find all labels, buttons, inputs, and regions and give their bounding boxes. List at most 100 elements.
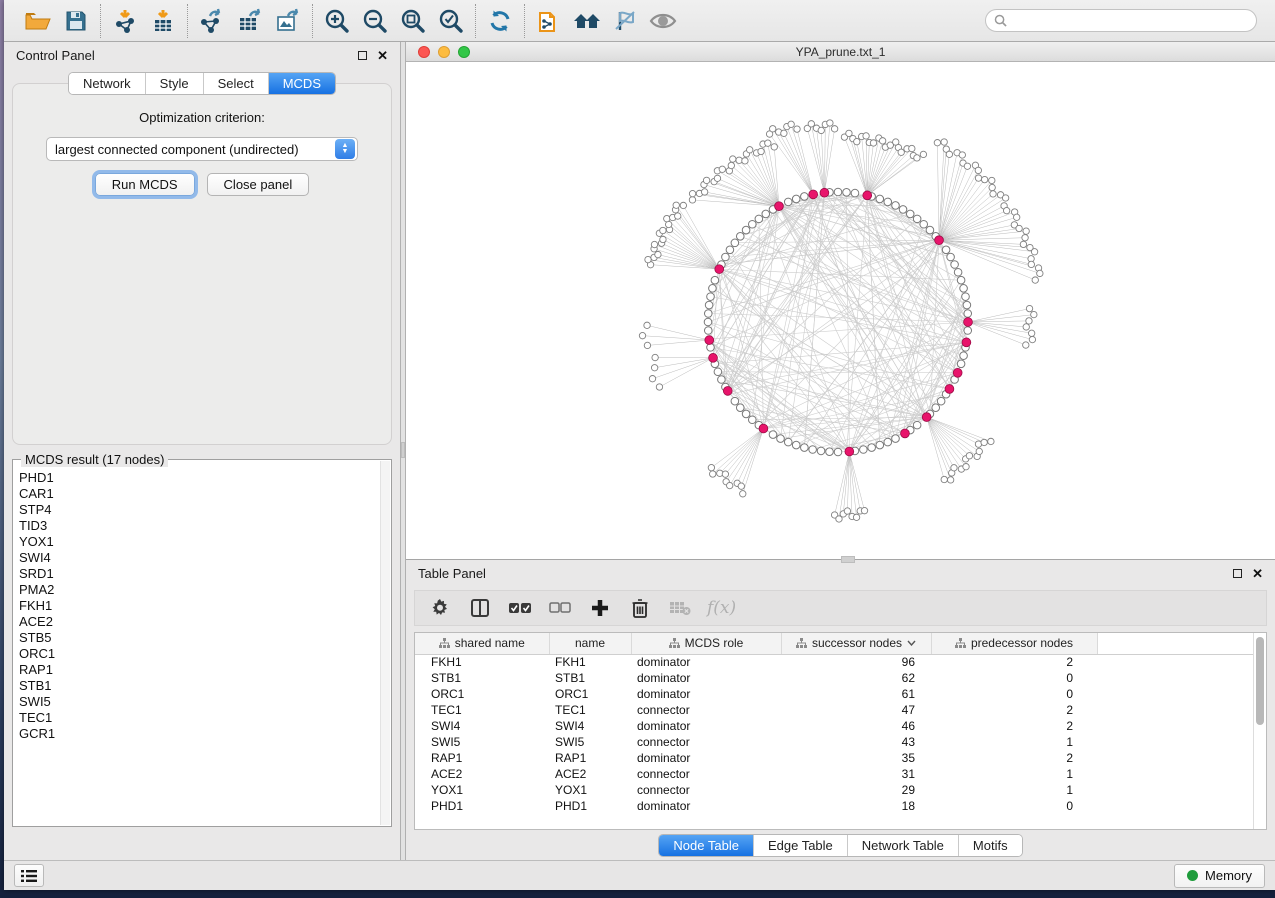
add-column-button[interactable] [587,595,613,621]
column-header-successor-nodes[interactable]: successor nodes [781,633,931,654]
tab-style[interactable]: Style [146,73,204,94]
cell-shared-name[interactable]: ACE2 [415,766,549,782]
cell-predecessor-nodes[interactable]: 0 [931,670,1097,686]
show-columns-button[interactable] [467,595,493,621]
result-node-item[interactable]: TEC1 [19,710,379,726]
table-scrollbar[interactable] [1253,633,1266,829]
cell-mcds-role[interactable]: connector [631,766,781,782]
network-titlebar[interactable]: YPA_prune.txt_1 [406,42,1275,62]
cell-name[interactable]: TEC1 [549,702,631,718]
cell-mcds-role[interactable]: connector [631,702,781,718]
table-row[interactable]: STB1STB1dominator620 [415,670,1253,686]
network-canvas[interactable] [406,62,1275,559]
table-row[interactable]: FKH1FKH1dominator962 [415,654,1253,670]
tab-node-table[interactable]: Node Table [659,835,754,856]
network-graph[interactable] [406,62,1275,559]
result-node-item[interactable]: STB5 [19,630,379,646]
zoom-fit-button[interactable] [397,5,429,37]
result-node-item[interactable]: ORC1 [19,646,379,662]
table-row[interactable]: ORC1ORC1dominator610 [415,686,1253,702]
cell-successor-nodes[interactable]: 31 [781,766,931,782]
cell-predecessor-nodes[interactable]: 2 [931,718,1097,734]
cell-shared-name[interactable]: FKH1 [415,654,549,670]
cell-shared-name[interactable]: ORC1 [415,686,549,702]
result-node-item[interactable]: ACE2 [19,614,379,630]
result-node-item[interactable]: RAP1 [19,662,379,678]
cell-successor-nodes[interactable]: 96 [781,654,931,670]
cell-shared-name[interactable]: RAP1 [415,750,549,766]
cell-name[interactable]: STB1 [549,670,631,686]
cell-mcds-role[interactable]: dominator [631,670,781,686]
tab-select[interactable]: Select [204,73,269,94]
search-box[interactable] [985,9,1257,32]
result-node-item[interactable]: PMA2 [19,582,379,598]
cell-mcds-role[interactable]: dominator [631,686,781,702]
cell-name[interactable]: ACE2 [549,766,631,782]
save-session-button[interactable] [60,5,92,37]
cell-shared-name[interactable]: SWI5 [415,734,549,750]
close-panel-icon[interactable]: ✕ [377,49,388,62]
cell-mcds-role[interactable]: connector [631,734,781,750]
result-node-item[interactable]: SRD1 [19,566,379,582]
cell-predecessor-nodes[interactable]: 2 [931,654,1097,670]
cell-mcds-role[interactable]: dominator [631,654,781,670]
open-file-button[interactable] [22,5,54,37]
cell-successor-nodes[interactable]: 18 [781,798,931,814]
horizontal-splitter-grip[interactable] [841,556,855,563]
share-document-button[interactable] [533,5,565,37]
refresh-layout-button[interactable] [484,5,516,37]
column-header-name[interactable]: name [549,633,631,654]
cell-shared-name[interactable]: YOX1 [415,782,549,798]
zoom-out-button[interactable] [359,5,391,37]
result-node-item[interactable]: TID3 [19,518,379,534]
result-scrollbar[interactable] [380,461,390,825]
cell-successor-nodes[interactable]: 46 [781,718,931,734]
cell-predecessor-nodes[interactable]: 1 [931,766,1097,782]
cell-predecessor-nodes[interactable]: 2 [931,750,1097,766]
tab-edge-table[interactable]: Edge Table [754,835,848,856]
column-header-shared-name[interactable]: shared name [415,633,549,654]
table-row[interactable]: PHD1PHD1dominator180 [415,798,1253,814]
column-header-predecessor-nodes[interactable]: predecessor nodes [931,633,1097,654]
cell-predecessor-nodes[interactable]: 1 [931,734,1097,750]
cell-successor-nodes[interactable]: 35 [781,750,931,766]
cell-predecessor-nodes[interactable]: 0 [931,798,1097,814]
cell-successor-nodes[interactable]: 61 [781,686,931,702]
import-table-button[interactable] [147,5,179,37]
export-network-button[interactable] [196,5,228,37]
tab-network-table[interactable]: Network Table [848,835,959,856]
tab-mcds[interactable]: MCDS [269,73,335,94]
zoom-in-button[interactable] [321,5,353,37]
result-node-item[interactable]: FKH1 [19,598,379,614]
table-settings-button[interactable] [427,595,453,621]
close-table-panel-icon[interactable]: ✕ [1252,567,1263,580]
table-row[interactable]: YOX1YOX1connector291 [415,782,1253,798]
table-row[interactable]: RAP1RAP1dominator352 [415,750,1253,766]
cell-name[interactable]: PHD1 [549,798,631,814]
table-row[interactable]: SWI5SWI5connector431 [415,734,1253,750]
run-mcds-button[interactable]: Run MCDS [95,173,195,196]
cell-predecessor-nodes[interactable]: 0 [931,686,1097,702]
criterion-dropdown[interactable]: largest connected component (undirected)… [46,137,358,161]
cell-shared-name[interactable]: TEC1 [415,702,549,718]
cell-name[interactable]: YOX1 [549,782,631,798]
tab-motifs[interactable]: Motifs [959,835,1022,856]
hide-panel-button[interactable] [609,5,641,37]
result-node-item[interactable]: STP4 [19,502,379,518]
result-node-item[interactable]: PHD1 [19,470,379,486]
delete-column-button[interactable] [627,595,653,621]
zoom-selected-button[interactable] [435,5,467,37]
table-scrollbar-thumb[interactable] [1256,637,1264,725]
export-table-button[interactable] [234,5,266,37]
result-node-item[interactable]: CAR1 [19,486,379,502]
cell-mcds-role[interactable]: dominator [631,750,781,766]
cell-mcds-role[interactable]: connector [631,782,781,798]
search-input[interactable] [1007,14,1248,28]
table-row[interactable]: TEC1TEC1connector472 [415,702,1253,718]
cell-shared-name[interactable]: SWI4 [415,718,549,734]
cell-mcds-role[interactable]: dominator [631,798,781,814]
close-panel-button[interactable]: Close panel [207,173,310,196]
cell-name[interactable]: SWI4 [549,718,631,734]
memory-button[interactable]: Memory [1174,864,1265,888]
import-network-button[interactable] [109,5,141,37]
